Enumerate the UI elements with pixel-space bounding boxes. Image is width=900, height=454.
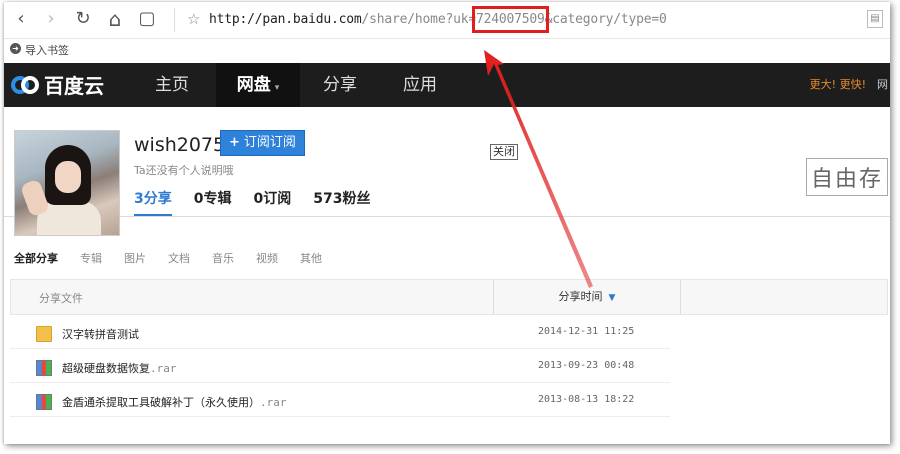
back-icon[interactable]: ‹ [10, 8, 32, 30]
username: wish2075 [134, 134, 226, 156]
url-tail: &category/type=0 [544, 12, 667, 27]
logo-text: 百度云 [44, 73, 104, 98]
subscribe-button[interactable]: + 订阅订阅 [220, 130, 305, 156]
chevron-down-icon: ▾ [274, 83, 280, 93]
user-stats: 3分享 0专辑 0订阅 573粉丝 [134, 188, 370, 216]
stat-subscriptions[interactable]: 0订阅 [254, 188, 292, 216]
nav-netdisk[interactable]: 网盘 ▾ [216, 63, 300, 107]
column-header-time[interactable]: 分享时间 ▼ [493, 280, 681, 314]
file-ext: .rar [150, 362, 177, 375]
tab-music[interactable]: 音乐 [212, 250, 234, 266]
url-host: http://pan.baidu.com [209, 12, 362, 27]
file-ext: .rar [260, 396, 287, 409]
tab-documents[interactable]: 文档 [168, 250, 190, 266]
table-row[interactable]: 金盾通杀提取工具破解补丁（永久使用）.rar 2013-08-13 18:22 [10, 386, 670, 417]
tab-other[interactable]: 其他 [300, 250, 322, 266]
site-nav: 百度云 主页 网盘 ▾ 分享 应用 更大! 更快! 网 [4, 63, 890, 107]
cloud-logo-icon [11, 76, 39, 94]
file-name[interactable]: 金盾通杀提取工具破解补丁（永久使用）.rar [62, 394, 287, 410]
nav-share[interactable]: 分享 [300, 63, 380, 107]
nav-home[interactable]: 主页 [132, 63, 212, 107]
url-highlight: 724007509 [471, 6, 549, 33]
nav-apps[interactable]: 应用 [380, 63, 460, 107]
rar-archive-icon [36, 394, 52, 410]
tab-albums[interactable]: 专辑 [80, 250, 102, 266]
table-row[interactable]: 汉字转拼音测试 2014-12-31 11:25 [10, 318, 670, 349]
share-time: 2013-09-23 00:48 [538, 360, 635, 371]
url-text[interactable]: http://pan.baidu.com/share/home?uk=72400… [209, 6, 667, 33]
reader-icon[interactable]: ▢ [136, 8, 158, 30]
close-tooltip[interactable]: 关闭 [490, 144, 518, 160]
stat-shares[interactable]: 3分享 [134, 188, 172, 216]
browser-toolbar: ‹ › ↻ ⌂ ▢ ☆ http://pan.baidu.com/share/h… [4, 2, 890, 39]
browser-window: ‹ › ↻ ⌂ ▢ ☆ http://pan.baidu.com/share/h… [4, 2, 890, 444]
file-name-text: 金盾通杀提取工具破解补丁（永久使用） [62, 396, 260, 409]
url-path: /share/home?uk= [361, 12, 477, 27]
profile-section: wish2075 + 订阅订阅 关闭 Ta还没有个人说明哦 3分享 0专辑 0订阅… [4, 108, 890, 236]
column-header-file[interactable]: 分享文件 [39, 290, 83, 306]
promo-link[interactable]: 更大! 更快! [810, 63, 866, 107]
file-name[interactable]: 汉字转拼音测试 [62, 326, 139, 342]
rar-archive-icon [36, 360, 52, 376]
nav-edge-text[interactable]: 网 [877, 63, 888, 107]
category-tabs: 全部分享 专辑 图片 文档 音乐 视频 其他 [14, 250, 322, 266]
avatar[interactable] [14, 130, 120, 236]
table-header: 分享文件 分享时间 ▼ [10, 279, 888, 315]
sort-down-icon: ▼ [608, 293, 616, 303]
import-bookmarks-link[interactable]: 导入书签 [25, 42, 69, 58]
address-bar[interactable]: ☆ http://pan.baidu.com/share/home?uk=724… [174, 6, 889, 33]
share-time: 2014-12-31 11:25 [538, 326, 635, 337]
stat-albums[interactable]: 0专辑 [194, 188, 232, 216]
bookmark-bar: ➜ 导入书签 [4, 39, 890, 61]
import-icon: ➜ [10, 43, 21, 54]
forward-icon[interactable]: › [40, 8, 62, 30]
stat-followers[interactable]: 573粉丝 [313, 188, 370, 216]
star-icon[interactable]: ☆ [187, 10, 200, 28]
file-name-text: 汉字转拼音测试 [62, 328, 139, 341]
folder-icon [36, 326, 52, 342]
file-name-text: 超级硬盘数据恢复 [62, 362, 150, 375]
tab-images[interactable]: 图片 [124, 250, 146, 266]
home-icon[interactable]: ⌂ [104, 8, 126, 30]
file-name[interactable]: 超级硬盘数据恢复.rar [62, 360, 177, 376]
user-description: Ta还没有个人说明哦 [134, 164, 234, 177]
column-time-label: 分享时间 [558, 290, 603, 303]
ad-banner[interactable]: 自由存 [805, 158, 888, 196]
tab-video[interactable]: 视频 [256, 250, 278, 266]
reload-icon[interactable]: ↻ [72, 8, 94, 30]
subscribe-label: 订阅订阅 [243, 135, 296, 150]
plus-icon: + [229, 135, 240, 150]
nav-netdisk-label: 网盘 [236, 75, 271, 95]
tab-all[interactable]: 全部分享 [14, 250, 58, 266]
share-time: 2013-08-13 18:22 [538, 394, 635, 405]
page-icon[interactable]: ▤ [867, 10, 883, 28]
baidu-cloud-logo[interactable]: 百度云 [10, 69, 104, 99]
table-row[interactable]: 超级硬盘数据恢复.rar 2013-09-23 00:48 [10, 352, 670, 383]
